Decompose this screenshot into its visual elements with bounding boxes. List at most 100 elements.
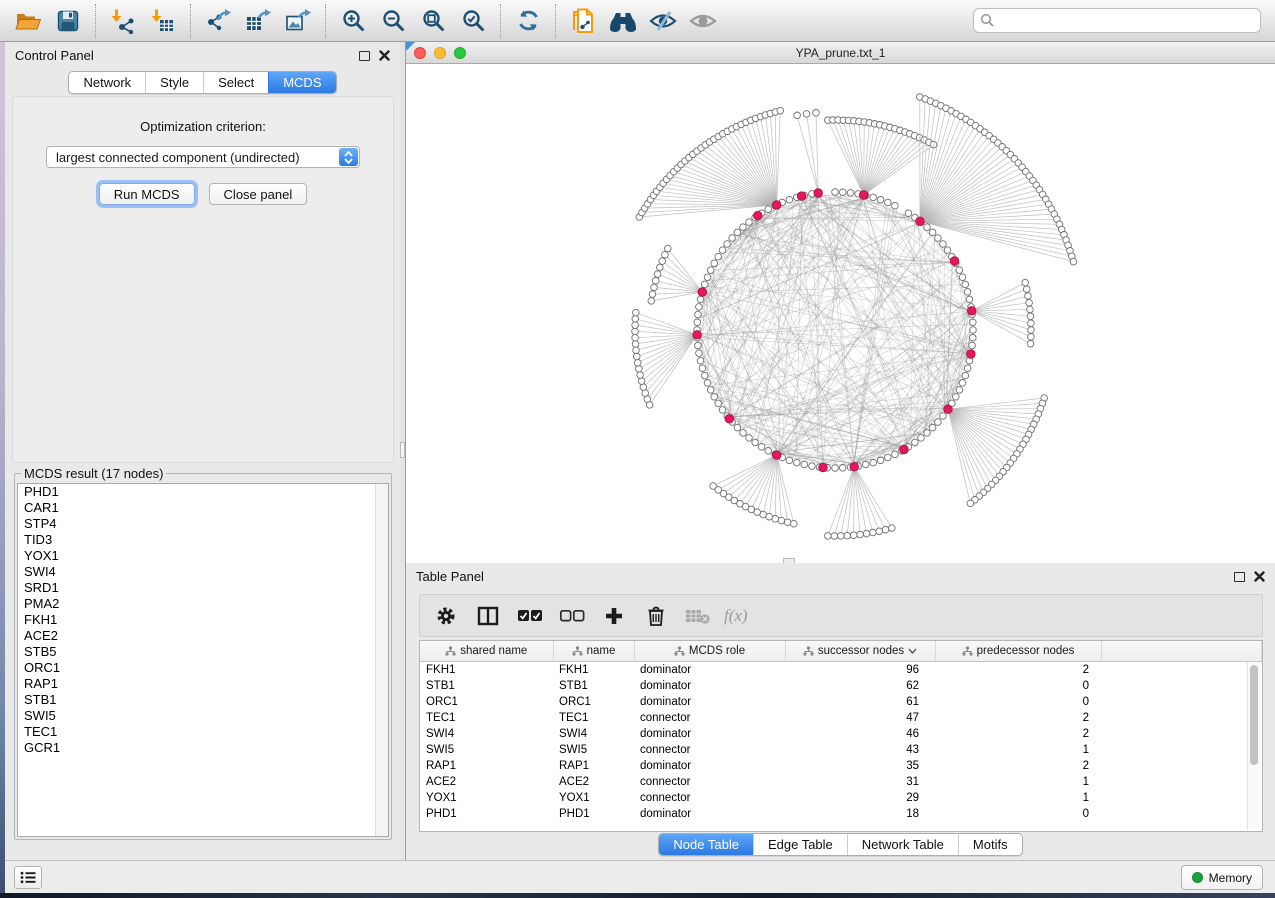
cell[interactable]: SWI4	[553, 726, 634, 742]
show-all-button[interactable]	[685, 3, 721, 39]
splitter-grip[interactable]	[400, 442, 405, 458]
hide-selected-button[interactable]	[645, 3, 681, 39]
cell[interactable]: 0	[935, 806, 1101, 822]
memory-button[interactable]: Memory	[1181, 865, 1263, 890]
search-network-button[interactable]	[605, 3, 641, 39]
cell[interactable]: 61	[785, 694, 935, 710]
cell[interactable]: STB1	[553, 678, 634, 694]
cell[interactable]: dominator	[634, 758, 785, 774]
zoom-out-button[interactable]	[375, 3, 411, 39]
cell[interactable]: 0	[935, 678, 1101, 694]
cell[interactable]: 2	[935, 662, 1101, 679]
search-input[interactable]	[999, 13, 1254, 29]
cell[interactable]: 1	[935, 742, 1101, 758]
float-panel-button[interactable]	[359, 51, 370, 61]
tab-motifs[interactable]: Motifs	[958, 834, 1022, 855]
cell[interactable]: SWI5	[553, 742, 634, 758]
cell[interactable]: RAP1	[420, 758, 553, 774]
zoom-in-button[interactable]	[335, 3, 371, 39]
cell[interactable]: 0	[935, 694, 1101, 710]
export-table-button[interactable]	[240, 3, 276, 39]
import-table-button[interactable]	[145, 3, 181, 39]
zoom-fit-button[interactable]	[415, 3, 451, 39]
cell[interactable]: dominator	[634, 806, 785, 822]
table-row[interactable]: ORC1ORC1dominator610	[420, 694, 1262, 710]
cell[interactable]: SWI5	[420, 742, 553, 758]
table-row[interactable]: ACE2ACE2connector311	[420, 774, 1262, 790]
delete-table-button-disabled[interactable]	[682, 600, 714, 632]
mcds-result-list[interactable]: PHD1CAR1STP4TID3YOX1SWI4SRD1PMA2FKH1ACE2…	[17, 483, 389, 837]
cell[interactable]: ACE2	[553, 774, 634, 790]
tab-node-table[interactable]: Node Table	[659, 834, 753, 855]
tab-select[interactable]: Select	[203, 72, 268, 93]
cell[interactable]: connector	[634, 710, 785, 726]
tab-network-table[interactable]: Network Table	[847, 834, 958, 855]
column-header-predecessor-nodes[interactable]: predecessor nodes	[935, 641, 1101, 662]
cell[interactable]: 31	[785, 774, 935, 790]
create-column-button[interactable]	[598, 600, 630, 632]
cell[interactable]: ORC1	[553, 694, 634, 710]
cell[interactable]: connector	[634, 774, 785, 790]
network-canvas[interactable]	[406, 64, 1275, 561]
table-settings-button[interactable]	[430, 600, 462, 632]
cell[interactable]: STB1	[420, 678, 553, 694]
table-row[interactable]: RAP1RAP1dominator352	[420, 758, 1262, 774]
tab-edge-table[interactable]: Edge Table	[753, 834, 847, 855]
table-scrollbar-thumb[interactable]	[1250, 665, 1258, 765]
column-header-shared-name[interactable]: shared name	[420, 641, 553, 662]
cell[interactable]: 43	[785, 742, 935, 758]
select-all-columns-button[interactable]	[514, 600, 546, 632]
cell[interactable]: PHD1	[553, 806, 634, 822]
cell[interactable]: ORC1	[420, 694, 553, 710]
cell[interactable]: 47	[785, 710, 935, 726]
clone-network-button[interactable]	[565, 3, 601, 39]
cell[interactable]: TEC1	[420, 710, 553, 726]
export-image-button[interactable]	[280, 3, 316, 39]
cell[interactable]: dominator	[634, 662, 785, 679]
cell[interactable]: 29	[785, 790, 935, 806]
cell[interactable]: FKH1	[553, 662, 634, 679]
column-header-MCDS-role[interactable]: MCDS role	[634, 641, 785, 662]
mcds-list-scrollbar[interactable]	[375, 484, 388, 836]
table-row[interactable]: SWI4SWI4dominator462	[420, 726, 1262, 742]
cell[interactable]: 96	[785, 662, 935, 679]
cell[interactable]: 1	[935, 790, 1101, 806]
cell[interactable]: 1	[935, 774, 1101, 790]
cell[interactable]: connector	[634, 790, 785, 806]
column-header-name[interactable]: name	[553, 641, 634, 662]
zoom-selected-button[interactable]	[455, 3, 491, 39]
criterion-select[interactable]: largest connected component (undirected)	[46, 146, 360, 168]
column-header-successor-nodes[interactable]: successor nodes	[785, 641, 935, 662]
cell[interactable]: dominator	[634, 678, 785, 694]
close-panel-button[interactable]	[379, 50, 390, 61]
table-row[interactable]: STB1STB1dominator620	[420, 678, 1262, 694]
cell[interactable]: ACE2	[420, 774, 553, 790]
export-network-button[interactable]	[200, 3, 236, 39]
table-row[interactable]: YOX1YOX1connector291	[420, 790, 1262, 806]
cell[interactable]: 35	[785, 758, 935, 774]
cell[interactable]: YOX1	[553, 790, 634, 806]
tab-style[interactable]: Style	[145, 72, 203, 93]
import-network-button[interactable]	[105, 3, 141, 39]
cell[interactable]: YOX1	[420, 790, 553, 806]
open-file-button[interactable]	[10, 3, 46, 39]
save-session-button[interactable]	[50, 3, 86, 39]
table-row[interactable]: TEC1TEC1connector472	[420, 710, 1262, 726]
cell[interactable]: 62	[785, 678, 935, 694]
task-history-button[interactable]	[14, 866, 42, 889]
network-window-titlebar[interactable]: YPA_prune.txt_1	[406, 42, 1275, 64]
delete-columns-button[interactable]	[640, 600, 672, 632]
close-table-panel-button[interactable]	[1254, 571, 1265, 582]
function-builder-button[interactable]: f(x)	[724, 606, 748, 626]
cell[interactable]: dominator	[634, 726, 785, 742]
cell[interactable]: 2	[935, 758, 1101, 774]
table-row[interactable]: SWI5SWI5connector431	[420, 742, 1262, 758]
cell[interactable]: PHD1	[420, 806, 553, 822]
cell[interactable]: TEC1	[553, 710, 634, 726]
tab-network[interactable]: Network	[69, 72, 145, 93]
cell[interactable]: dominator	[634, 694, 785, 710]
table-row[interactable]: PHD1PHD1dominator180	[420, 806, 1262, 822]
cell[interactable]: 18	[785, 806, 935, 822]
cell[interactable]: 2	[935, 710, 1101, 726]
table-scrollbar[interactable]	[1247, 662, 1261, 830]
